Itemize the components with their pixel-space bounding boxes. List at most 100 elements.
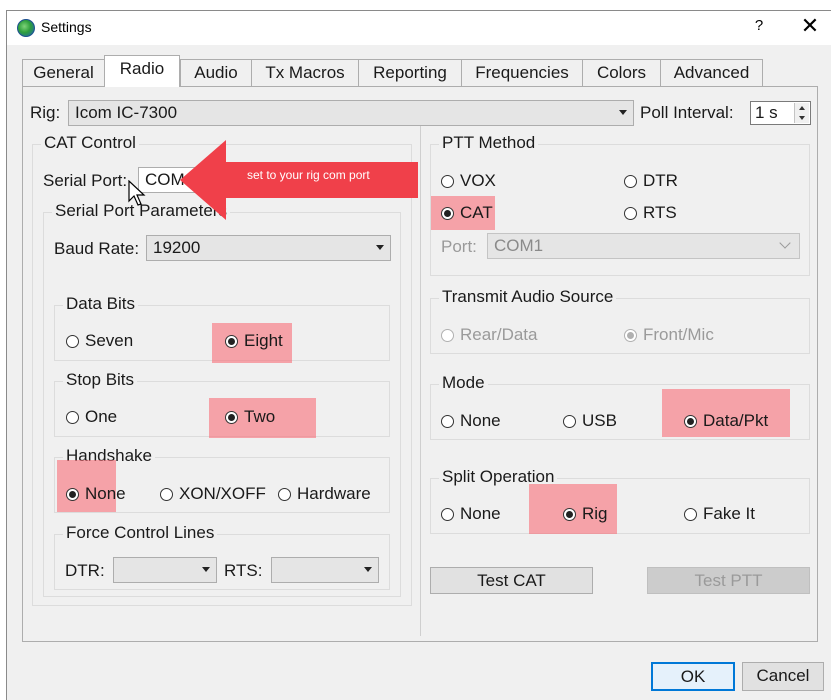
- mode-none-label: None: [460, 411, 501, 430]
- handshake-none-radio[interactable]: None: [66, 484, 126, 504]
- ptt-vox-radio[interactable]: VOX: [441, 171, 496, 191]
- radio-icon: [684, 507, 697, 521]
- column-divider: [420, 126, 421, 636]
- audio-rear-data-radio[interactable]: Rear/Data: [441, 325, 537, 345]
- ptt-cat-radio[interactable]: CAT: [441, 203, 493, 223]
- mode-usb-radio[interactable]: USB: [563, 411, 617, 431]
- ok-button[interactable]: OK: [651, 662, 735, 691]
- poll-interval-spinbox[interactable]: 1 s: [750, 101, 811, 125]
- tab-frequencies[interactable]: Frequencies: [461, 59, 583, 86]
- app-globe-icon: [17, 19, 35, 37]
- handshake-xonxoff-label: XON/XOFF: [179, 484, 266, 503]
- mode-usb-label: USB: [582, 411, 617, 430]
- tab-general[interactable]: General: [22, 59, 105, 86]
- handshake-hardware-radio[interactable]: Hardware: [278, 484, 371, 504]
- radio-icon: [66, 334, 79, 348]
- mode-data-pkt-radio[interactable]: Data/Pkt: [684, 411, 768, 431]
- test-cat-button[interactable]: Test CAT: [430, 567, 593, 594]
- handshake-xonxoff-radio[interactable]: XON/XOFF: [160, 484, 266, 504]
- ptt-dtr-radio[interactable]: DTR: [624, 171, 678, 191]
- split-rig-radio[interactable]: Rig: [563, 504, 608, 524]
- data-bits-title: Data Bits: [63, 294, 138, 314]
- stop-bits-one-label: One: [85, 407, 118, 426]
- serial-port-label: Serial Port:: [43, 171, 128, 190]
- cancel-button[interactable]: Cancel: [742, 662, 824, 691]
- cat-control-title: CAT Control: [41, 133, 139, 153]
- handshake-none-label: None: [85, 484, 126, 503]
- tab-advanced[interactable]: Advanced: [660, 59, 763, 86]
- radio-icon: [624, 206, 637, 220]
- transmit-audio-source-title: Transmit Audio Source: [439, 287, 617, 307]
- chevron-down-icon: [779, 237, 791, 249]
- ptt-port-label: Port:: [441, 237, 477, 256]
- radio-icon: [563, 414, 576, 428]
- tab-radio[interactable]: Radio: [104, 55, 180, 87]
- rig-label: Rig:: [30, 103, 61, 122]
- data-bits-seven-label: Seven: [85, 331, 134, 350]
- spin-arrows-icon[interactable]: [794, 103, 809, 123]
- window-title: Settings: [41, 19, 92, 35]
- tab-reporting[interactable]: Reporting: [358, 59, 462, 86]
- split-fake-it-label: Fake It: [703, 504, 755, 523]
- radio-checked-icon: [441, 206, 454, 220]
- data-bits-eight-radio[interactable]: Eight: [225, 331, 283, 351]
- split-none-label: None: [460, 504, 501, 523]
- title-bar: Settings ? ✕: [7, 11, 831, 45]
- dtr-label: DTR:: [65, 561, 105, 580]
- poll-interval-value: 1 s: [755, 103, 778, 122]
- force-control-lines-title: Force Control Lines: [63, 523, 218, 543]
- split-none-radio[interactable]: None: [441, 504, 501, 524]
- annotation-text: set to your rig com port: [247, 168, 370, 182]
- tab-colors[interactable]: Colors: [582, 59, 661, 86]
- ptt-method-title: PTT Method: [439, 133, 539, 153]
- mouse-cursor-icon: [128, 180, 146, 206]
- test-ptt-button[interactable]: Test PTT: [647, 567, 810, 594]
- dtr-select[interactable]: [113, 557, 217, 583]
- stop-bits-title: Stop Bits: [63, 370, 138, 390]
- mode-data-pkt-label: Data/Pkt: [703, 411, 769, 430]
- data-bits-seven-radio[interactable]: Seven: [66, 331, 133, 351]
- rig-value: Icom IC-7300: [75, 103, 178, 122]
- radio-icon: [278, 487, 291, 501]
- chevron-down-icon: [619, 110, 627, 115]
- chevron-down-icon: [376, 245, 384, 250]
- radio-icon: [160, 487, 173, 501]
- radio-icon: [441, 328, 454, 342]
- radio-checked-icon: [624, 328, 637, 342]
- stop-bits-two-radio[interactable]: Two: [225, 407, 275, 427]
- radio-checked-icon: [225, 334, 238, 348]
- mode-none-radio[interactable]: None: [441, 411, 501, 431]
- chevron-down-icon: [202, 567, 210, 572]
- radio-checked-icon: [225, 410, 238, 424]
- help-button[interactable]: ?: [749, 17, 769, 34]
- poll-interval-label: Poll Interval:: [640, 103, 734, 122]
- radio-icon: [441, 174, 454, 188]
- radio-icon: [66, 410, 79, 424]
- ptt-vox-label: VOX: [460, 171, 496, 190]
- ptt-rts-label: RTS: [643, 203, 677, 222]
- ptt-dtr-label: DTR: [643, 171, 678, 190]
- radio-icon: [624, 174, 637, 188]
- ptt-rts-radio[interactable]: RTS: [624, 203, 677, 223]
- split-fake-it-radio[interactable]: Fake It: [684, 504, 755, 524]
- rts-label: RTS:: [224, 561, 263, 580]
- baud-rate-label: Baud Rate:: [54, 239, 140, 258]
- ptt-port-select[interactable]: COM1: [487, 233, 800, 259]
- baud-rate-select[interactable]: 19200: [146, 235, 391, 261]
- tab-tx-macros[interactable]: Tx Macros: [251, 59, 359, 86]
- stop-bits-one-radio[interactable]: One: [66, 407, 117, 427]
- radio-icon: [441, 507, 454, 521]
- radio-checked-icon: [66, 487, 79, 501]
- rig-select[interactable]: Icom IC-7300: [68, 100, 634, 126]
- audio-front-mic-radio[interactable]: Front/Mic: [624, 325, 714, 345]
- radio-checked-icon: [684, 414, 697, 428]
- radio-checked-icon: [563, 507, 576, 521]
- ptt-port-value: COM1: [494, 236, 544, 255]
- audio-front-mic-label: Front/Mic: [643, 325, 714, 344]
- audio-rear-data-label: Rear/Data: [460, 325, 538, 344]
- ptt-cat-label: CAT: [460, 203, 493, 222]
- rts-select[interactable]: [271, 557, 379, 583]
- tab-audio[interactable]: Audio: [180, 59, 252, 86]
- close-icon[interactable]: ✕: [799, 13, 821, 39]
- data-bits-eight-label: Eight: [244, 331, 283, 350]
